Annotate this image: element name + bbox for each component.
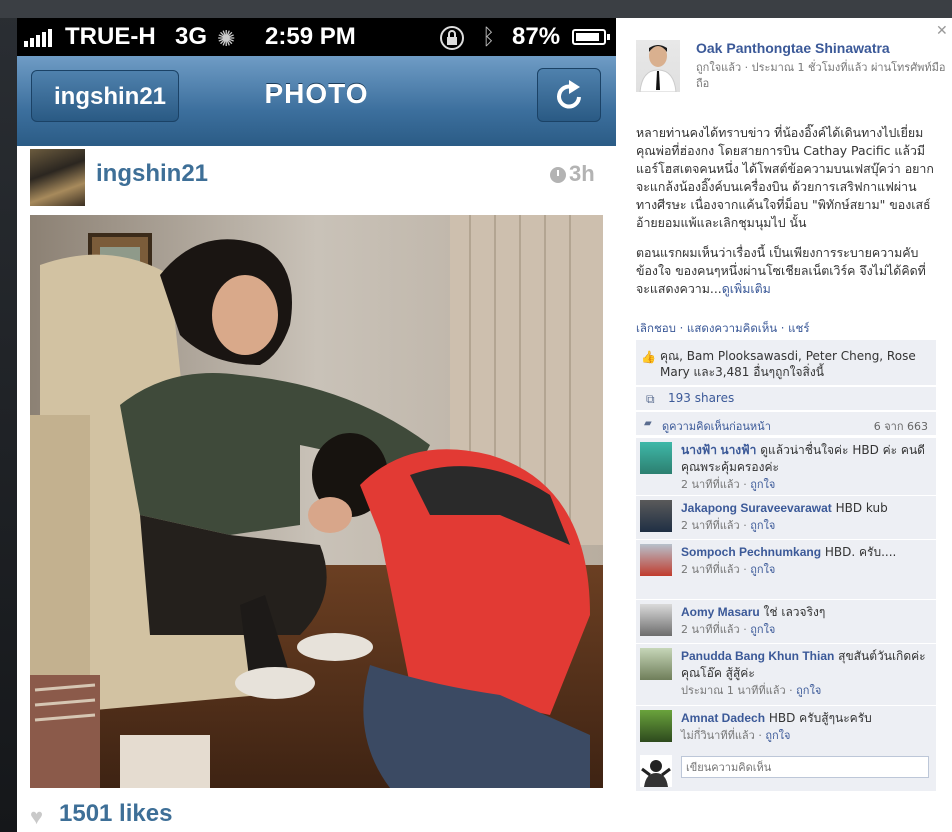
signal-icon bbox=[24, 29, 54, 47]
share-icon: ⧉ bbox=[646, 392, 655, 406]
commenter-avatar[interactable] bbox=[640, 710, 672, 742]
commenter-avatar[interactable] bbox=[640, 442, 672, 474]
commenter-name[interactable]: Jakapong Suraveevarawat bbox=[681, 501, 832, 515]
comment-like-link[interactable]: ถูกใจ bbox=[750, 563, 775, 576]
comment-time[interactable]: 2 นาทีที่แล้ว bbox=[681, 623, 740, 636]
instagram-photo-panel: TRUE-H 3G ✺ 2:59 PM ᛒ 87% ingshin21 PHOT… bbox=[17, 18, 616, 832]
likes-row: ♥ 1501 likes bbox=[17, 798, 616, 832]
refresh-button[interactable] bbox=[537, 68, 601, 122]
commenter-avatar[interactable] bbox=[640, 648, 672, 680]
comment-item: Jakapong Suraveevarawat HBD kub 2 นาทีที… bbox=[636, 495, 936, 539]
comment-text: ใช่ เลวจริงๆ bbox=[763, 605, 826, 619]
comment-like-link[interactable]: ถูกใจ bbox=[765, 729, 790, 742]
comment-like-link[interactable]: ถูกใจ bbox=[796, 684, 821, 697]
comment-composer bbox=[636, 751, 936, 791]
facebook-post-panel: ✕ Oak Panthongtae Shinawatra ถูกใจแล้ว ·… bbox=[616, 18, 952, 832]
post-username[interactable]: ingshin21 bbox=[96, 160, 208, 188]
my-avatar bbox=[640, 755, 672, 787]
thumbs-up-icon: 👍 bbox=[641, 350, 656, 364]
comment-item: นางฟ้า นางฟ้า ดูแล้วน่าชื่นใจค่ะ HBD ค่ะ… bbox=[636, 437, 936, 495]
shares-row: ⧉ 193 shares bbox=[636, 387, 936, 411]
battery-icon bbox=[572, 29, 610, 45]
comment-item: Aomy Masaru ใช่ เลวจริงๆ 2 นาทีที่แล้ว ·… bbox=[636, 599, 936, 643]
commenter-name[interactable]: Aomy Masaru bbox=[681, 605, 760, 619]
close-icon[interactable]: ✕ bbox=[936, 23, 948, 39]
battery-percent: 87% bbox=[512, 23, 561, 50]
comment-text: HBD ครับสู้ๆนะครับ bbox=[768, 711, 872, 725]
post-header: ingshin21 3h bbox=[17, 146, 616, 218]
nav-title: PHOTO bbox=[264, 78, 369, 109]
activity-spinner-icon: ✺ bbox=[217, 26, 236, 51]
nav-bar: ingshin21 PHOTO bbox=[17, 56, 616, 157]
likes-line-2[interactable]: Mary และ3,481 อื่นๆถูกใจสิ่งนี้ bbox=[660, 364, 928, 380]
comment-time[interactable]: 2 นาทีที่แล้ว bbox=[681, 563, 740, 576]
author-name[interactable]: Oak Panthongtae Shinawatra bbox=[696, 40, 890, 56]
commenter-name[interactable]: Sompoch Pechnumkang bbox=[681, 545, 821, 559]
refresh-icon bbox=[557, 80, 581, 109]
comment-text: HBD kub bbox=[835, 501, 888, 515]
post-meta: ถูกใจแล้ว · ประมาณ 1 ชั่วโมงที่แล้ว ผ่าน… bbox=[696, 61, 946, 90]
comment-item: Amnat Dadech HBD ครับสู้ๆนะครับ ไม่กี่วิ… bbox=[636, 705, 936, 751]
commenter-name[interactable]: Panudda Bang Khun Thian bbox=[681, 649, 834, 663]
status-bar: TRUE-H 3G ✺ 2:59 PM ᛒ 87% bbox=[17, 18, 616, 56]
comment-bubble-icon: ▰ bbox=[644, 418, 652, 429]
heart-icon[interactable]: ♥ bbox=[30, 804, 43, 830]
author-avatar[interactable] bbox=[636, 40, 680, 92]
author-photo bbox=[639, 45, 677, 92]
commenter-avatar[interactable] bbox=[640, 604, 672, 636]
commenter-name[interactable]: นางฟ้า นางฟ้า bbox=[681, 443, 756, 457]
comment-time[interactable]: 2 นาทีที่แล้ว bbox=[681, 478, 740, 491]
comment-item: Panudda Bang Khun Thian สุขสันต์วันเกิดค… bbox=[636, 643, 936, 705]
comment-count: 6 จาก 663 bbox=[873, 420, 928, 433]
photo-illustration bbox=[30, 215, 603, 788]
commenter-avatar[interactable] bbox=[640, 544, 672, 576]
comment-time[interactable]: ประมาณ 1 นาทีที่แล้ว bbox=[681, 684, 786, 697]
likes-summary: 👍 คุณ, Bam Plooksawasdi, Peter Cheng, Ro… bbox=[636, 340, 936, 386]
battery-fill bbox=[576, 33, 599, 41]
shares-link[interactable]: 193 shares bbox=[668, 391, 734, 405]
post-age: 3h bbox=[569, 161, 595, 186]
rotation-lock-icon bbox=[440, 26, 464, 50]
likes-line-1[interactable]: คุณ, Bam Plooksawasdi, Peter Cheng, Rose bbox=[660, 348, 928, 364]
post-actions[interactable]: เลิกชอบ · แสดงความคิดเห็น · แชร์ bbox=[636, 320, 810, 338]
post-paragraph-1: หลายท่านคงได้ทราบข่าว ที่น้องอิ๊งค์ได้เด… bbox=[636, 125, 934, 230]
commenter-name[interactable]: Amnat Dadech bbox=[681, 711, 765, 725]
comment-like-link[interactable]: ถูกใจ bbox=[750, 623, 775, 636]
comment-time[interactable]: 2 นาทีที่แล้ว bbox=[681, 519, 740, 532]
comment-like-link[interactable]: ถูกใจ bbox=[750, 519, 775, 532]
post-photo[interactable] bbox=[30, 215, 603, 788]
previous-comments-link[interactable]: ดูความคิดเห็นก่อนหน้า bbox=[662, 420, 771, 433]
comment-time[interactable]: ไม่กี่วินาทีที่แล้ว bbox=[681, 729, 755, 742]
bluetooth-icon: ᛒ bbox=[482, 24, 496, 49]
previous-comments-row[interactable]: ▰ ดูความคิดเห็นก่อนหน้า 6 จาก 663 bbox=[636, 412, 936, 436]
comment-input[interactable] bbox=[681, 756, 929, 778]
likes-count[interactable]: 1501 likes bbox=[59, 800, 172, 828]
commenter-avatar[interactable] bbox=[640, 500, 672, 532]
post-text: หลายท่านคงได้ทราบข่าว ที่น้องอิ๊งค์ได้เด… bbox=[636, 124, 936, 310]
status-time: 2:59 PM bbox=[265, 23, 356, 50]
carrier-name: TRUE-H bbox=[65, 23, 156, 50]
see-more-link[interactable]: ดูเพิ่มเติม bbox=[722, 281, 771, 296]
background-stripe bbox=[0, 0, 952, 18]
comment-like-link[interactable]: ถูกใจ bbox=[750, 478, 775, 491]
user-avatar[interactable] bbox=[30, 149, 85, 206]
comment-text: HBD. ครับ.... bbox=[824, 545, 897, 559]
comment-item: Sompoch Pechnumkang HBD. ครับ.... 2 นาที… bbox=[636, 539, 936, 599]
post-paragraph-2: ตอนแรกผมเห็นว่าเรื่องนี้ เป็นเพียงการระบ… bbox=[636, 245, 926, 296]
network-type: 3G bbox=[175, 23, 208, 50]
